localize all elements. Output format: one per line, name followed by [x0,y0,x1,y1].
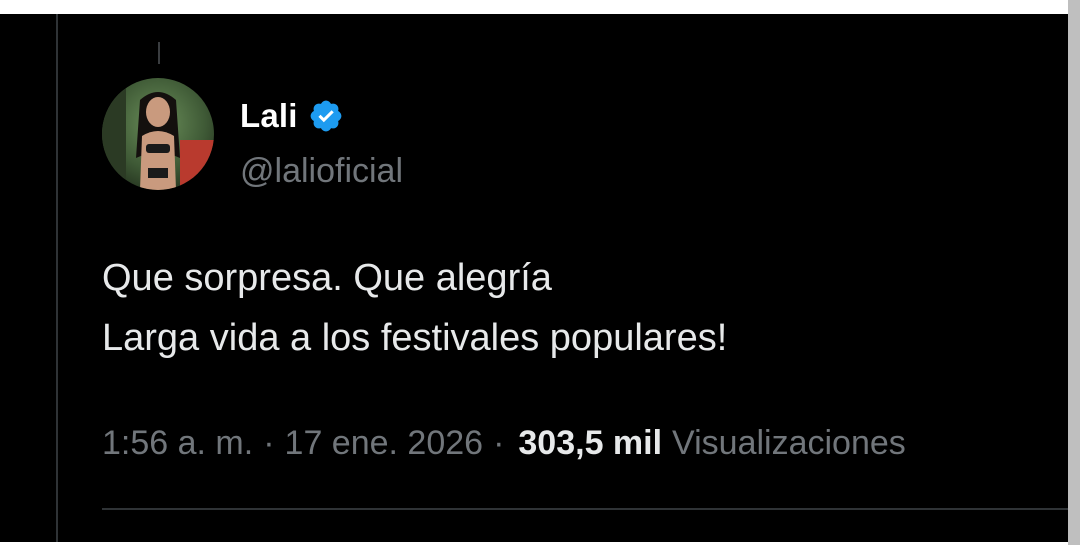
tweet-text: Que sorpresa. Que alegría Larga vida a l… [102,248,727,368]
meta-separator: · [263,424,275,462]
tweet-text-line-1: Que sorpresa. Que alegría [102,257,552,299]
tweet-date[interactable]: 17 ene. 2026 [285,424,484,463]
author-handle[interactable]: @lalioficial [240,152,403,191]
screenshot-edge [1068,0,1080,545]
tweet-text-line-2: Larga vida a los festivales populares! [102,317,728,359]
thread-connector [158,42,160,64]
timeline-border [56,14,58,542]
views-label[interactable]: Visualizaciones [672,424,906,463]
meta-separator: · [493,424,505,462]
author-name-row[interactable]: Lali [240,92,344,140]
tweet-card: Lali @lalioficial Que sorpresa. Que aleg… [0,14,1068,542]
verified-badge-icon [308,98,344,134]
views-count[interactable]: 303,5 mil [518,424,662,463]
tweet-meta: 1:56 a. m. · 17 ene. 2026 · 303,5 mil Vi… [102,424,906,463]
tweet-time[interactable]: 1:56 a. m. [102,424,253,463]
avatar[interactable] [102,78,214,190]
author-display-name[interactable]: Lali [240,97,298,135]
divider [102,508,1068,510]
